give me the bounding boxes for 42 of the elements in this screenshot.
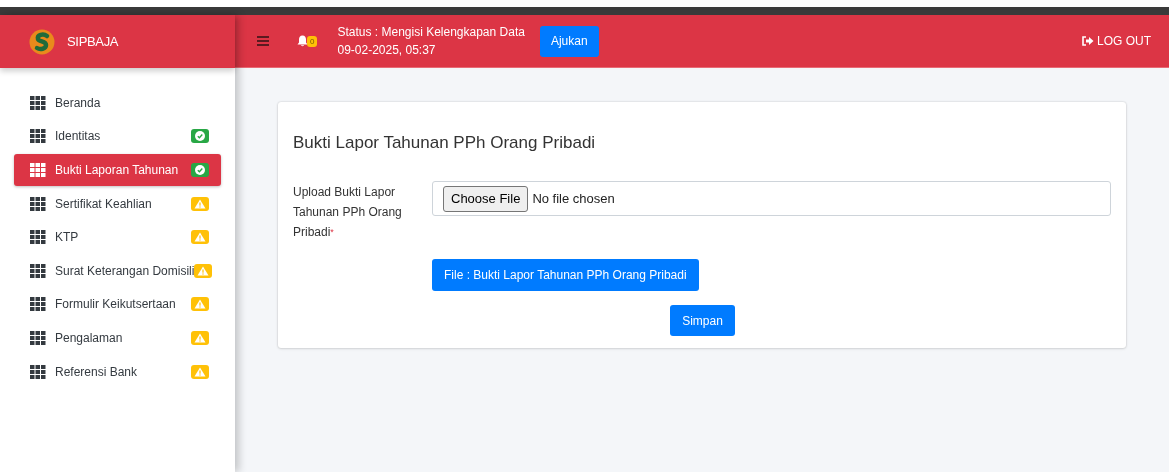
submit-button[interactable]: Ajukan bbox=[539, 25, 599, 57]
warning-badge-icon bbox=[194, 263, 213, 278]
sidebar-item[interactable]: Beranda bbox=[14, 87, 221, 119]
warning-badge-icon bbox=[191, 364, 209, 379]
grid-icon bbox=[30, 163, 46, 177]
sidebar-item[interactable]: Formulir Keikutsertaan bbox=[14, 288, 221, 321]
logout-icon bbox=[1082, 36, 1094, 46]
field-label: Upload Bukti Lapor Tahunan PPh Orang Pribadi* bbox=[293, 184, 403, 241]
warning-badge-icon bbox=[191, 196, 209, 211]
file-input[interactable]: Choose File No file chosen bbox=[432, 181, 1111, 216]
logout-link[interactable]: LOG OUT bbox=[1082, 32, 1151, 50]
status-text: Status : Mengisi Kelengkapan Data bbox=[337, 24, 525, 41]
grid-icon bbox=[30, 129, 46, 144]
notification-button[interactable]: 0 bbox=[297, 35, 318, 47]
logo-icon bbox=[29, 28, 55, 55]
sidebar-item[interactable]: Surat Keterangan Domisili bbox=[14, 254, 221, 287]
sidebar-item[interactable]: Pengalaman bbox=[14, 322, 221, 354]
grid-icon bbox=[30, 263, 46, 278]
grid-icon bbox=[30, 297, 46, 312]
grid-icon bbox=[30, 95, 46, 110]
brand-name[interactable]: SIPBAJA bbox=[67, 31, 119, 52]
grid-icon bbox=[30, 364, 46, 379]
sidebar-item[interactable]: Identitas bbox=[14, 120, 221, 153]
sidebar-item[interactable]: Referensi Bank bbox=[14, 355, 221, 388]
grid-icon bbox=[30, 330, 46, 345]
sidebar-item[interactable]: Bukti Laporan Tahunan bbox=[14, 154, 221, 186]
save-button[interactable]: Simpan bbox=[670, 305, 735, 336]
menu-icon[interactable] bbox=[257, 36, 269, 46]
file-link-button[interactable]: File : Bukti Lapor Tahunan PPh Orang Pribadi bbox=[432, 259, 699, 291]
bell-icon bbox=[297, 35, 308, 47]
notification-badge: 0 bbox=[307, 35, 318, 47]
grid-icon bbox=[30, 196, 46, 211]
sidebar-item[interactable]: Sertifikat Keahlian bbox=[14, 187, 221, 220]
warning-badge-icon bbox=[191, 297, 209, 312]
warning-badge-icon bbox=[191, 230, 209, 245]
status-timestamp: 09-02-2025, 05:37 bbox=[337, 42, 437, 59]
sidebar-item[interactable]: KTP bbox=[14, 221, 221, 253]
check-badge-icon bbox=[191, 163, 209, 177]
card-title: Bukti Lapor Tahunan PPh Orang Pribadi bbox=[293, 132, 597, 154]
warning-badge-icon bbox=[191, 330, 209, 345]
check-badge-icon bbox=[191, 129, 209, 144]
grid-icon bbox=[30, 230, 46, 245]
